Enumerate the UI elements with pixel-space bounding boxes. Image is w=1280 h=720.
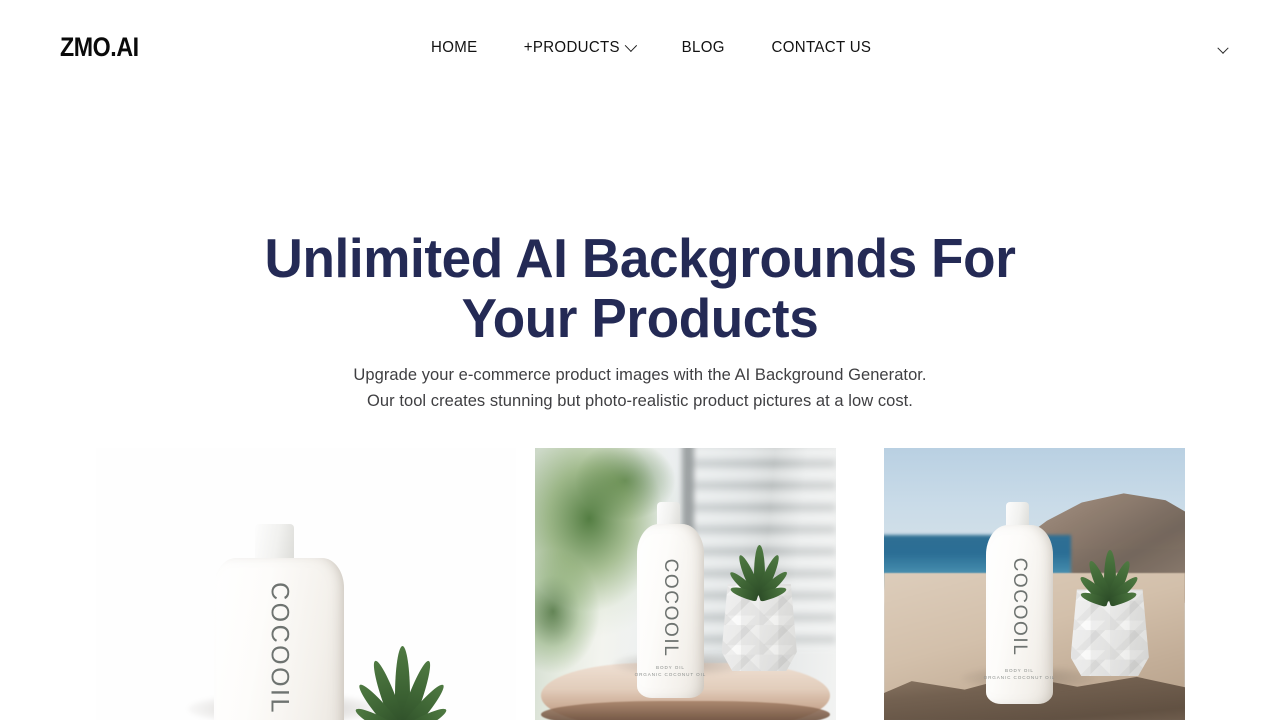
brand-logo[interactable]: ZMO.AI [60,34,139,61]
bottle-sub-label: BODY OIL ORGANIC COCONUT OIL [983,668,1056,681]
product-bottle: COCOOIL BODY OIL ORGANIC COCONUT OIL [984,524,1054,704]
nav-item-home[interactable]: HOME [431,39,499,57]
nav-item-blog-label: BLOG [681,39,725,56]
page-title-line-2: Your Products [461,287,819,349]
succulent-leaves [1077,546,1143,608]
product-bottle: COCOOIL BODY OIL [213,558,344,720]
showcase-image-original[interactable]: COCOOIL BODY OIL [96,448,516,720]
product-bottle-group: COCOOIL BODY OIL ORGANIC COCONUT OIL [984,502,1054,704]
main-navigation: HOME +PRODUCTS BLOG CONTACT US [430,38,894,57]
succulent-leaves [352,628,449,720]
nav-item-products-label: +PRODUCTS [523,39,620,56]
language-switcher-button[interactable] [1212,42,1234,60]
hero-subtitle: Upgrade your e-commerce product images w… [0,362,1280,414]
chevron-down-icon [1217,42,1229,54]
bottle-brand-label: COCOOIL [265,582,294,716]
chevron-down-icon [624,38,638,52]
nav-item-products[interactable]: +PRODUCTS [502,38,656,57]
nav-item-contact-us[interactable]: CONTACT US [750,39,892,57]
landing-page: ZMO.AI HOME +PRODUCTS BLOG CONTACT US Un… [0,0,1280,720]
hero-subtitle-line-2: Our tool creates stunning but photo-real… [367,392,913,410]
site-header: ZMO.AI HOME +PRODUCTS BLOG CONTACT US [0,0,1280,100]
succulent-plant-group [352,628,449,720]
product-bottle-group: COCOOIL BODY OIL ORGANIC COCONUT OIL [635,502,705,699]
page-title-line-1: Unlimited AI Backgrounds For [264,227,1016,289]
product-bottle-group: COCOOIL BODY OIL [213,524,344,720]
hero-subtitle-line-1: Upgrade your e-commerce product images w… [353,366,927,384]
showcase-image-indoor[interactable]: COCOOIL BODY OIL ORGANIC COCONUT OIL [535,448,836,720]
succulent-plant-group [727,540,791,602]
showcase-image-beach[interactable]: COCOOIL BODY OIL ORGANIC COCONUT OIL [884,448,1185,720]
bottle-brand-label: COCOOIL [660,558,682,658]
nav-item-contact-us-label: CONTACT US [771,39,871,56]
product-bottle: COCOOIL BODY OIL ORGANIC COCONUT OIL [635,523,705,699]
page-title: Unlimited AI Backgrounds For Your Produc… [22,228,1257,348]
succulent-leaves [727,540,791,602]
wood-bark-edge [541,700,830,720]
succulent-plant-group [1077,546,1143,608]
nav-item-home-label: HOME [431,39,478,56]
product-image-showcase: COCOOIL BODY OIL [0,430,1280,720]
bottle-brand-label: COCOOIL [1009,557,1031,657]
nav-item-blog[interactable]: BLOG [660,39,746,57]
bottle-sub-label: BODY OIL ORGANIC COCONUT OIL [634,665,707,678]
